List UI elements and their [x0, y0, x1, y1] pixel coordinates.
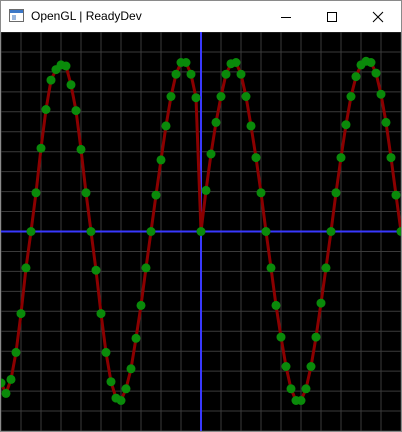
data-point: [396, 227, 401, 236]
data-point: [256, 188, 266, 198]
data-point: [286, 384, 296, 394]
data-point: [61, 61, 71, 71]
data-point: [76, 144, 86, 154]
data-point: [276, 332, 286, 342]
sine-plot: [1, 32, 401, 431]
data-point: [326, 227, 336, 236]
data-point: [26, 227, 36, 236]
data-point: [316, 298, 326, 308]
data-point: [106, 377, 116, 387]
data-point: [36, 143, 46, 153]
app-window: OpenGL | ReadyDev: [0, 0, 402, 432]
data-point: [376, 89, 386, 99]
data-point: [86, 227, 96, 236]
data-point: [91, 265, 101, 275]
data-point: [221, 69, 231, 79]
data-point: [1, 378, 6, 388]
opengl-viewport[interactable]: [1, 32, 401, 431]
maximize-button[interactable]: [309, 1, 355, 32]
data-point: [201, 185, 211, 195]
minimize-icon: [281, 16, 291, 18]
data-point: [271, 300, 281, 310]
data-point: [6, 374, 16, 384]
data-point: [281, 362, 291, 371]
data-point: [331, 188, 341, 198]
data-point: [381, 117, 391, 127]
data-point: [261, 227, 271, 236]
data-point: [186, 69, 196, 79]
data-point: [156, 155, 166, 165]
data-point: [351, 72, 361, 82]
data-point: [391, 190, 401, 200]
data-point: [196, 227, 206, 236]
data-point: [16, 309, 26, 319]
data-point: [66, 80, 76, 90]
data-point: [1, 388, 11, 398]
data-point: [206, 149, 216, 159]
data-point: [336, 153, 346, 163]
close-icon: [372, 11, 384, 22]
data-point: [296, 396, 306, 405]
data-point: [116, 396, 126, 405]
title-bar[interactable]: OpenGL | ReadyDev: [1, 1, 401, 32]
data-point: [161, 121, 171, 131]
data-point: [311, 332, 321, 342]
data-point: [31, 188, 41, 198]
data-point: [341, 120, 351, 130]
data-point: [146, 227, 156, 236]
data-point: [371, 68, 381, 78]
data-point: [21, 263, 31, 273]
window-app-icon: [9, 9, 24, 22]
data-point: [301, 384, 311, 394]
data-point: [321, 263, 331, 273]
data-point: [251, 153, 261, 163]
maximize-icon: [327, 11, 337, 22]
data-point: [136, 300, 146, 310]
data-point: [71, 106, 81, 116]
data-point: [231, 58, 241, 67]
data-point: [101, 347, 111, 357]
data-point: [236, 69, 246, 79]
data-point: [191, 93, 201, 103]
close-button[interactable]: [355, 1, 401, 32]
data-point: [346, 92, 356, 101]
data-point: [41, 105, 51, 114]
data-point: [131, 333, 141, 343]
data-point: [96, 309, 106, 319]
data-point: [141, 263, 151, 273]
data-point: [266, 263, 276, 273]
data-point: [11, 347, 21, 357]
data-point: [121, 384, 131, 394]
data-point: [306, 362, 316, 371]
data-point: [181, 58, 191, 67]
data-point: [241, 92, 251, 101]
data-point: [151, 190, 161, 200]
data-point: [216, 92, 226, 101]
data-point: [171, 69, 181, 79]
data-point: [126, 364, 136, 374]
data-point: [211, 117, 221, 127]
data-point: [366, 58, 376, 67]
data-point: [46, 75, 56, 85]
data-point: [246, 121, 256, 131]
data-point: [386, 153, 396, 163]
window-title: OpenGL | ReadyDev: [31, 9, 142, 23]
data-point: [166, 92, 176, 101]
data-point: [81, 188, 91, 198]
minimize-button[interactable]: [263, 1, 309, 32]
